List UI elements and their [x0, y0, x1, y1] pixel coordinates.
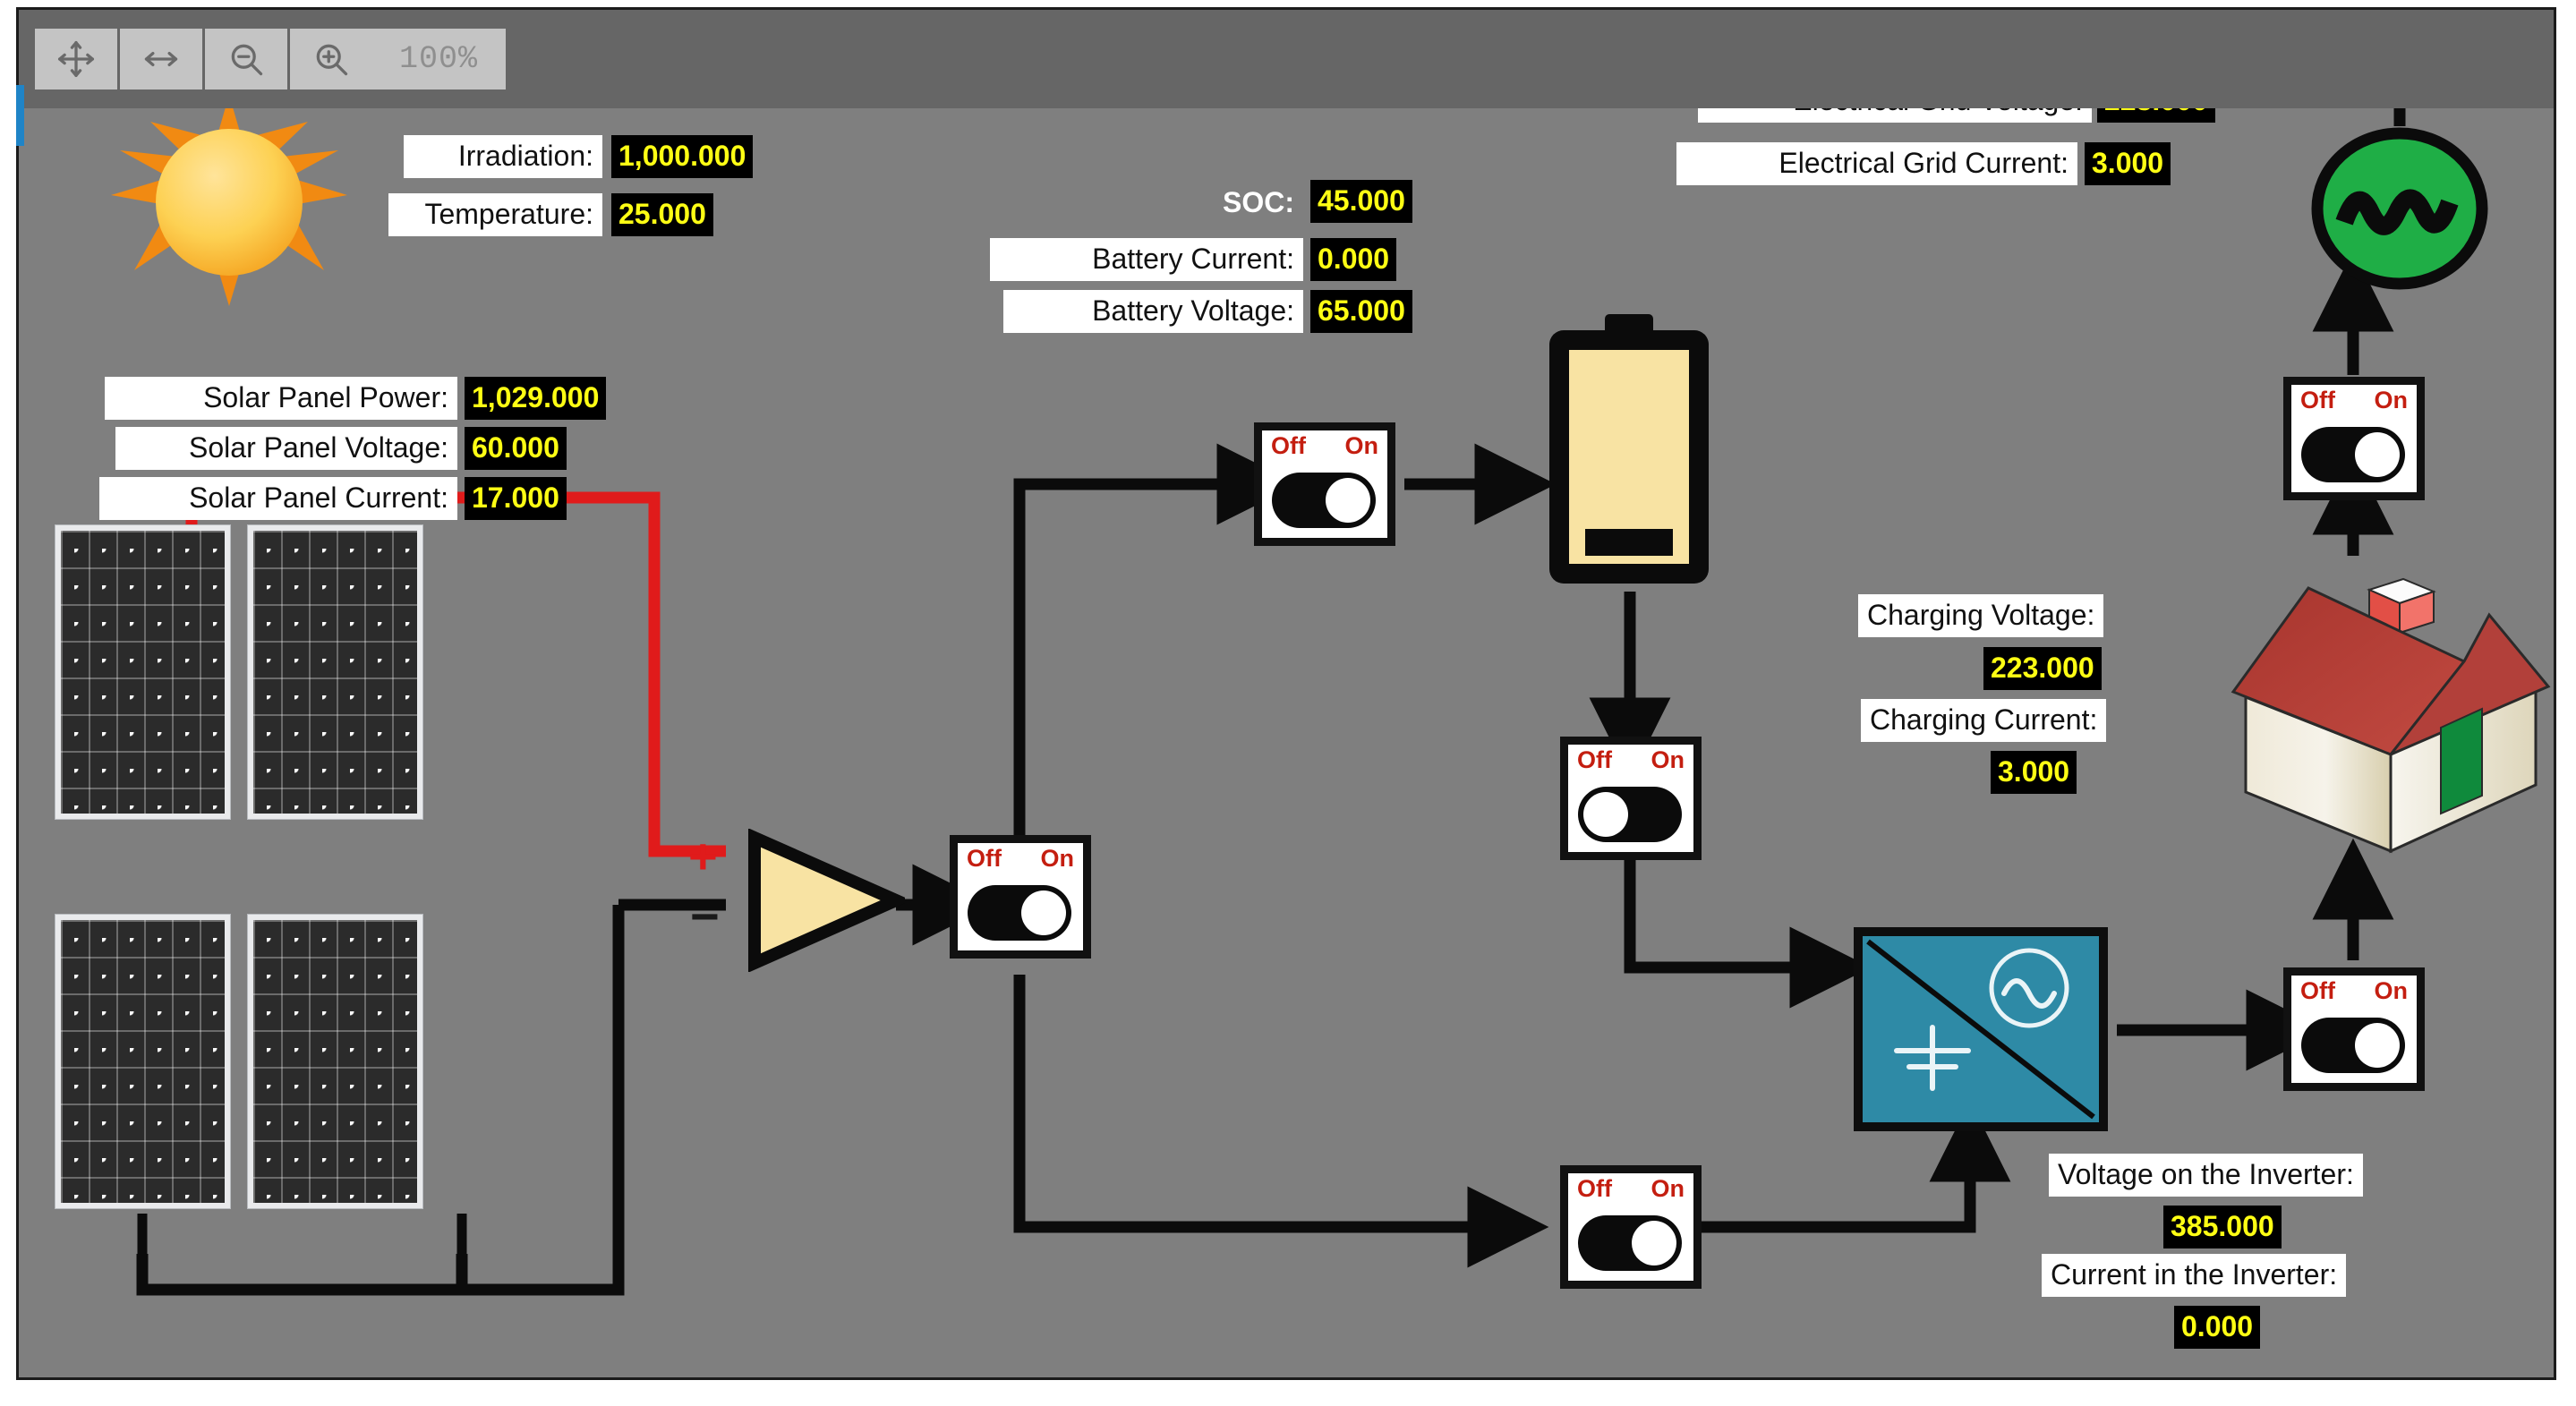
switch-off-label: Off	[2300, 387, 2335, 413]
switch-knob[interactable]	[1021, 890, 1066, 935]
house-door	[2440, 707, 2483, 815]
switch-off-label: Off	[1577, 1175, 1612, 1202]
grid-current-label: Electrical Grid Current:	[1676, 142, 2077, 185]
battery-voltage-label: Battery Voltage:	[1003, 290, 1303, 333]
switch-knob[interactable]	[1326, 478, 1370, 523]
irradiation-value: 1,000.000	[611, 135, 754, 178]
solar-panel-voltage-label: Solar Panel Voltage:	[115, 427, 457, 470]
switch-state-labels: Off On	[1568, 1177, 1693, 1213]
battery-current-label: Battery Current:	[990, 238, 1303, 281]
solar-panel-3[interactable]	[55, 914, 231, 1209]
charging-voltage-value: 223.000	[1983, 647, 2102, 690]
switch-on-label: On	[2374, 977, 2409, 1004]
switch-track[interactable]	[968, 885, 1071, 941]
zoom-in-icon	[311, 39, 351, 79]
switch-track[interactable]	[1272, 473, 1376, 528]
arrows-horizontal-icon	[141, 39, 181, 79]
solar-panel-current-label: Solar Panel Current:	[99, 477, 457, 520]
zoom-in-tool-button[interactable]	[290, 29, 372, 89]
inverter-current-label: Current in the Inverter:	[2042, 1254, 2347, 1297]
switch-track[interactable]	[1578, 1215, 1682, 1271]
pan-tool-button[interactable]	[35, 29, 117, 89]
switch-on-label: On	[2374, 387, 2409, 413]
diagram-toolbar: 100%	[19, 10, 2554, 108]
switch-pv-to-inverter[interactable]: Off On	[1560, 1165, 1702, 1289]
switch-off-label: Off	[2300, 977, 2335, 1004]
ac-symbol	[1989, 948, 2069, 1028]
switch-track[interactable]	[1578, 787, 1682, 842]
switch-on-label: On	[1651, 1175, 1685, 1202]
amplifier-icon[interactable]	[744, 828, 912, 973]
switch-on-label: On	[1040, 845, 1075, 872]
switch-knob[interactable]	[1583, 792, 1628, 837]
switch-pv-main[interactable]: Off On	[950, 835, 1091, 959]
switch-track[interactable]	[2301, 1018, 2405, 1073]
solar-panel-cells	[253, 531, 417, 814]
diagram-canvas[interactable]: 100% + − Off On Off On Off On Off On Off…	[16, 7, 2556, 1380]
solar-panel-power-label: Solar Panel Power:	[105, 377, 457, 420]
inverter-voltage-label: Voltage on the Inverter:	[2049, 1154, 2363, 1197]
zoom-level-display[interactable]: 100%	[371, 29, 506, 89]
switch-battery-charge[interactable]: Off On	[1254, 422, 1395, 546]
switch-state-labels: Off On	[2291, 979, 2417, 1015]
solar-panel-cells	[61, 920, 225, 1203]
switch-knob[interactable]	[2355, 1023, 2400, 1068]
solar-panel-2[interactable]	[247, 524, 423, 820]
solar-system-diagram-app: 100% + − Off On Off On Off On Off On Off…	[0, 0, 2576, 1406]
switch-state-labels: Off On	[1262, 434, 1387, 470]
switch-off-label: Off	[967, 845, 1002, 872]
switch-state-labels: Off On	[958, 847, 1083, 882]
soc-label: SOC:	[1223, 186, 1294, 218]
switch-battery-output[interactable]: Off On	[1560, 737, 1702, 860]
solar-panel-cells	[61, 531, 225, 814]
grid-generator-icon[interactable]	[2310, 126, 2489, 292]
switch-grid[interactable]: Off On	[2283, 377, 2425, 500]
left-accent-strip	[16, 85, 24, 146]
switch-on-label: On	[1344, 432, 1379, 459]
sun-icon	[104, 95, 354, 310]
switch-state-labels: Off On	[1568, 748, 1693, 784]
soc-value: 45.000	[1310, 180, 1412, 223]
grid-current-value: 3.000	[2085, 142, 2171, 185]
switch-knob[interactable]	[2355, 432, 2400, 477]
solar-panel-4[interactable]	[247, 914, 423, 1209]
dc-symbol	[1894, 1025, 1971, 1091]
inverter-icon[interactable]	[1854, 927, 2108, 1131]
solar-panel-voltage-value: 60.000	[465, 427, 567, 470]
inverter-voltage-value: 385.000	[2163, 1206, 2282, 1248]
zoom-out-tool-button[interactable]	[205, 29, 287, 89]
negative-terminal-label: −	[690, 888, 720, 944]
battery-voltage-value: 65.000	[1310, 290, 1412, 333]
charging-current-label: Charging Current:	[1861, 699, 2107, 742]
inverter-current-value: 0.000	[2174, 1306, 2261, 1349]
solar-panel-1[interactable]	[55, 524, 231, 820]
switch-knob[interactable]	[1632, 1221, 1676, 1265]
solar-panel-current-value: 17.000	[465, 477, 567, 520]
charging-voltage-label: Charging Voltage:	[1858, 594, 2104, 637]
battery-icon[interactable]	[1546, 314, 1712, 587]
zoom-out-icon	[226, 39, 266, 79]
positive-terminal-label: +	[688, 828, 718, 884]
solar-panel-power-value: 1,029.000	[465, 377, 607, 420]
switch-off-label: Off	[1577, 746, 1612, 773]
solar-panel-cells	[253, 920, 417, 1203]
charging-current-value: 3.000	[1991, 751, 2077, 794]
house-icon[interactable]	[2221, 556, 2561, 865]
move-icon	[56, 39, 96, 79]
temperature-label: Temperature:	[388, 193, 602, 236]
temperature-value: 25.000	[611, 193, 713, 236]
switch-inverter-output[interactable]: Off On	[2283, 967, 2425, 1091]
switch-state-labels: Off On	[2291, 388, 2417, 424]
switch-on-label: On	[1651, 746, 1685, 773]
irradiation-label: Irradiation:	[404, 135, 602, 178]
battery-current-value: 0.000	[1310, 238, 1397, 281]
switch-off-label: Off	[1271, 432, 1306, 459]
fit-width-tool-button[interactable]	[120, 29, 202, 89]
switch-track[interactable]	[2301, 427, 2405, 482]
